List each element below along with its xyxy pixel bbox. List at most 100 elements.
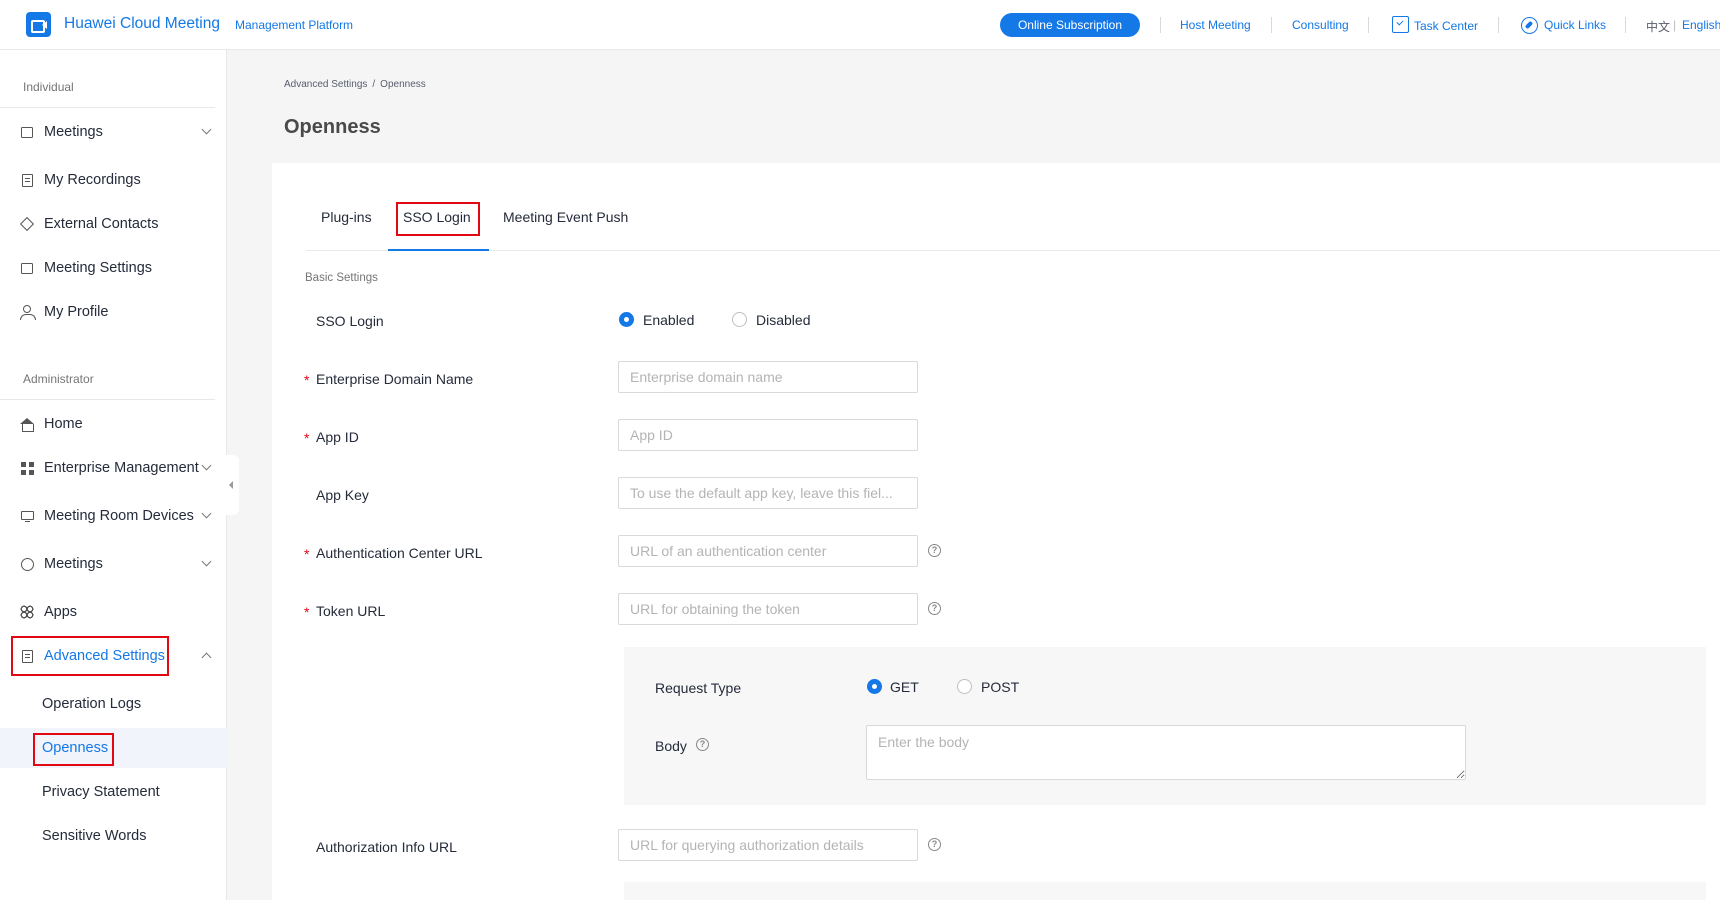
- nav-label: Meeting Settings: [44, 260, 153, 276]
- nav-meetings-admin[interactable]: Meetings: [0, 544, 215, 584]
- section-divider: [0, 399, 215, 400]
- language-english[interactable]: English: [1682, 18, 1720, 32]
- request-body-textarea[interactable]: [866, 725, 1466, 780]
- individual-section-title: Individual: [23, 80, 74, 94]
- header-divider: [1625, 17, 1626, 33]
- app-key-label: App Key: [316, 487, 369, 503]
- home-icon: [20, 417, 34, 432]
- nav-home[interactable]: Home: [0, 404, 215, 444]
- authorization-info-url-input[interactable]: [618, 829, 918, 861]
- app-key-input[interactable]: [618, 477, 918, 509]
- highlight-box: [396, 202, 480, 236]
- sidebar: Individual Meetings My Recordings Extern…: [0, 50, 227, 900]
- body-label: Body: [655, 738, 687, 754]
- request-get-label[interactable]: GET: [890, 679, 919, 695]
- compass-icon[interactable]: [1521, 17, 1538, 34]
- page-title: Openness: [284, 116, 381, 138]
- header-divider: [1271, 17, 1272, 33]
- nav-label: Meetings: [44, 124, 103, 140]
- request-post-radio[interactable]: [957, 679, 972, 694]
- authorization-info-url-label: Authorization Info URL: [316, 839, 457, 855]
- top-header: Huawei Cloud Meeting Management Platform…: [0, 0, 1720, 50]
- chevron-down-icon: [201, 460, 212, 471]
- enterprise-domain-input[interactable]: [618, 361, 918, 393]
- nav-my-recordings[interactable]: My Recordings: [0, 160, 215, 200]
- help-icon[interactable]: ?: [696, 738, 709, 751]
- administrator-section-title: Administrator: [23, 372, 94, 386]
- nav-my-profile[interactable]: My Profile: [0, 292, 215, 332]
- nav-meetings-individual[interactable]: Meetings: [0, 112, 215, 152]
- token-url-label: Token URL: [316, 603, 386, 619]
- nav-label: Meeting Room Devices: [44, 508, 194, 524]
- task-center-link[interactable]: Task Center: [1414, 19, 1478, 33]
- breadcrumb-openness: Openness: [380, 79, 426, 90]
- nav-meeting-room-devices[interactable]: Meeting Room Devices: [0, 496, 215, 536]
- nav-enterprise-management[interactable]: Enterprise Management: [0, 448, 215, 488]
- tabs-divider: [306, 250, 1720, 251]
- required-marker: *: [304, 430, 310, 446]
- help-icon[interactable]: ?: [928, 544, 941, 557]
- nav-label: My Recordings: [44, 172, 141, 188]
- nav-apps[interactable]: Apps: [0, 592, 215, 632]
- app-id-input[interactable]: [618, 419, 918, 451]
- required-marker: *: [304, 546, 310, 562]
- request-get-radio[interactable]: [867, 679, 882, 694]
- breadcrumb-advanced-settings[interactable]: Advanced Settings: [284, 79, 367, 90]
- request-post-label[interactable]: POST: [981, 679, 1019, 695]
- highlight-box: [33, 733, 114, 766]
- sso-disabled-radio[interactable]: [732, 312, 747, 327]
- chevron-up-icon: [201, 652, 212, 663]
- section-divider: [0, 107, 215, 108]
- nav-label: External Contacts: [44, 216, 159, 232]
- help-icon[interactable]: ?: [928, 602, 941, 615]
- brand-name[interactable]: Huawei Cloud Meeting: [64, 15, 220, 33]
- settings-calendar-icon: [20, 261, 34, 275]
- chevron-down-icon: [201, 508, 212, 519]
- breadcrumb-separator: /: [372, 79, 376, 90]
- quick-links-link[interactable]: Quick Links: [1544, 18, 1606, 32]
- enterprise-grid-icon: [20, 461, 34, 475]
- authorization-request-panel: [624, 882, 1706, 900]
- consulting-link[interactable]: Consulting: [1292, 18, 1349, 32]
- chevron-down-icon: [201, 124, 212, 135]
- active-tab-indicator: [388, 249, 489, 251]
- nav-label: Operation Logs: [42, 696, 142, 712]
- sidebar-collapse-handle[interactable]: [226, 455, 239, 515]
- host-meeting-link[interactable]: Host Meeting: [1180, 18, 1251, 32]
- required-marker: *: [304, 372, 310, 388]
- header-divider: [1160, 17, 1161, 33]
- sso-login-label: SSO Login: [316, 313, 384, 329]
- nav-meeting-settings[interactable]: Meeting Settings: [0, 248, 215, 288]
- person-icon: [20, 305, 36, 320]
- sso-enabled-radio[interactable]: [619, 312, 634, 327]
- subnav-operation-logs[interactable]: Operation Logs: [0, 684, 227, 724]
- auth-center-url-input[interactable]: [618, 535, 918, 567]
- nav-external-contacts[interactable]: External Contacts: [0, 204, 215, 244]
- device-monitor-icon: [20, 509, 34, 523]
- brand-subtitle: Management Platform: [235, 18, 354, 32]
- sso-enabled-label[interactable]: Enabled: [643, 312, 694, 328]
- subnav-privacy-statement[interactable]: Privacy Statement: [0, 772, 227, 812]
- online-subscription-button[interactable]: Online Subscription: [1000, 13, 1140, 37]
- token-url-input[interactable]: [618, 593, 918, 625]
- auth-center-url-label: Authentication Center URL: [316, 545, 483, 561]
- required-marker: *: [304, 604, 310, 620]
- nav-label: Sensitive Words: [42, 828, 147, 844]
- enterprise-domain-label: Enterprise Domain Name: [316, 371, 474, 387]
- tab-plug-ins[interactable]: Plug-ins: [321, 209, 372, 225]
- request-type-label: Request Type: [655, 680, 742, 696]
- calendar-icon: [20, 125, 34, 139]
- nav-label: Enterprise Management: [44, 460, 199, 476]
- subnav-sensitive-words[interactable]: Sensitive Words: [0, 816, 227, 856]
- globe-icon: [20, 557, 34, 571]
- breadcrumb: Advanced Settings / Openness: [284, 79, 426, 90]
- language-separator: |: [1673, 18, 1677, 32]
- basic-settings-title: Basic Settings: [305, 272, 378, 284]
- task-center-icon[interactable]: [1392, 16, 1409, 33]
- sso-disabled-label[interactable]: Disabled: [756, 312, 810, 328]
- cloud-meeting-logo-icon[interactable]: [26, 12, 51, 37]
- help-icon[interactable]: ?: [928, 838, 941, 851]
- tab-meeting-event-push[interactable]: Meeting Event Push: [503, 209, 628, 225]
- highlight-box: [11, 636, 169, 676]
- language-chinese[interactable]: 中文: [1646, 18, 1670, 35]
